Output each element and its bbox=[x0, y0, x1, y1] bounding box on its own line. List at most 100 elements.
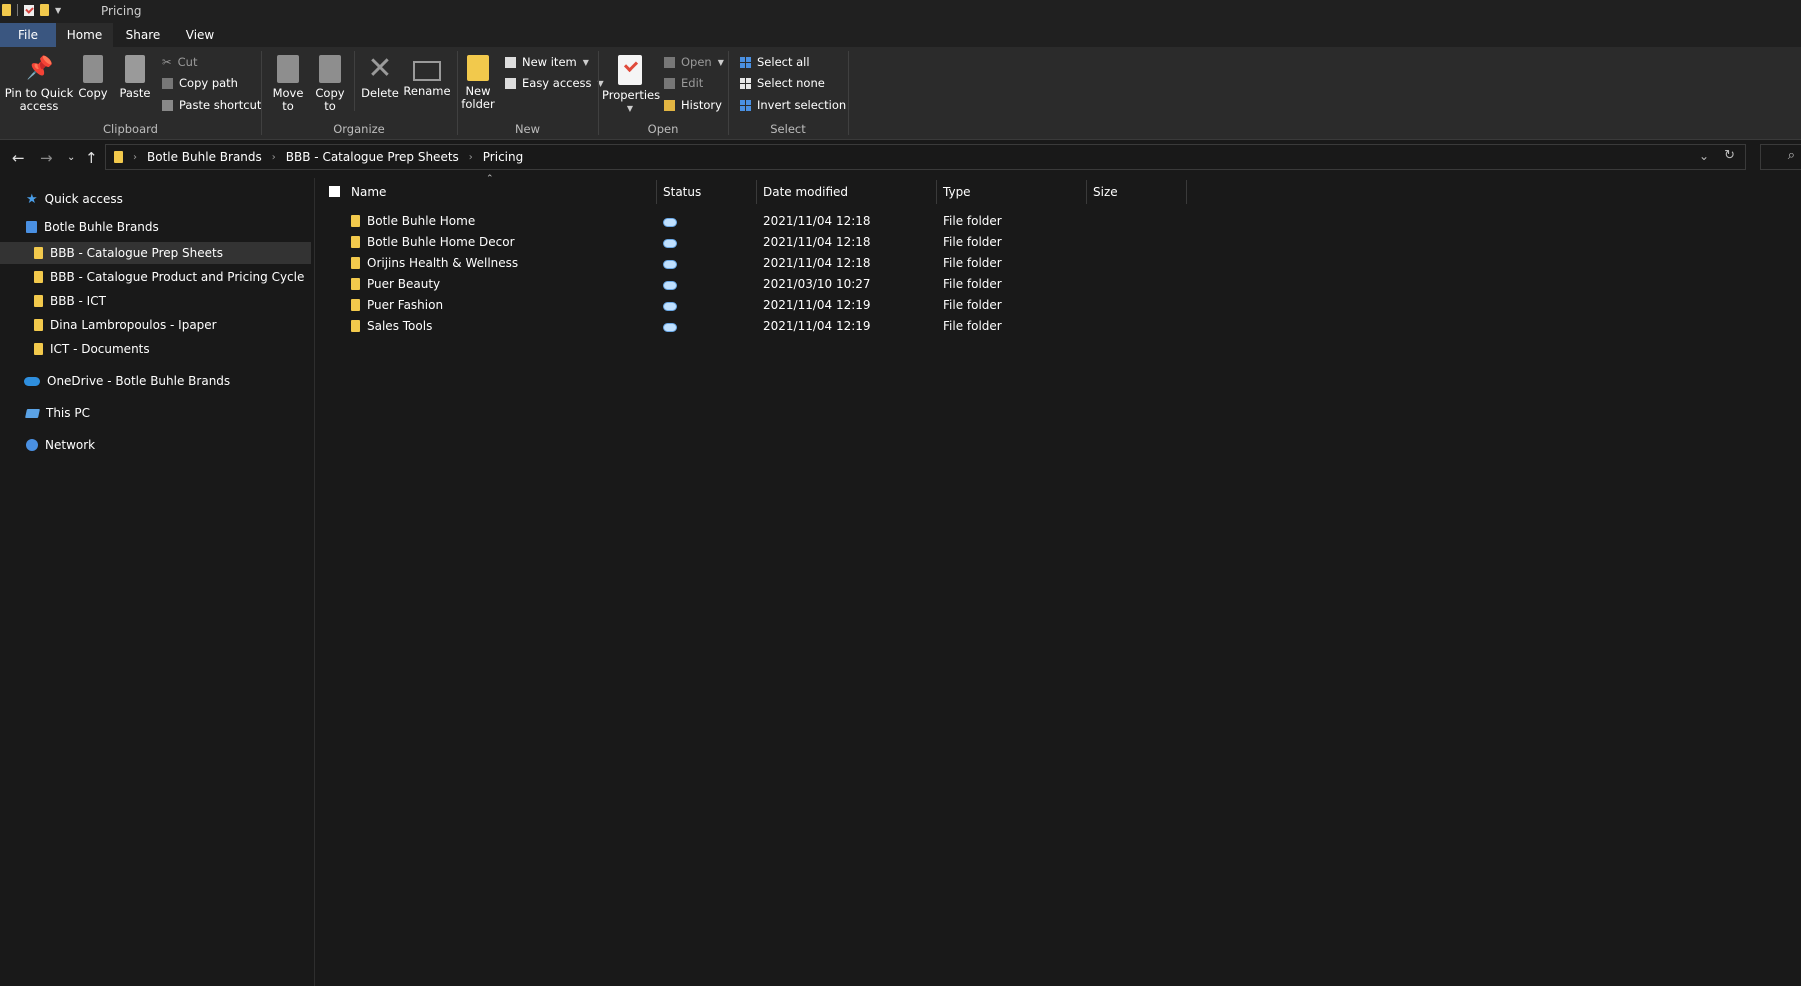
new-folder-icon[interactable] bbox=[40, 4, 49, 16]
tab-file[interactable]: File bbox=[0, 23, 56, 47]
breadcrumb-item[interactable]: Botle Buhle Brands bbox=[147, 150, 262, 164]
nav-folder-catalogue-product-pricing[interactable]: BBB - Catalogue Product and Pricing Cycl… bbox=[34, 266, 304, 288]
tab-home[interactable]: Home bbox=[56, 23, 113, 47]
rename-button[interactable]: Rename bbox=[402, 55, 452, 98]
tab-share[interactable]: Share bbox=[113, 23, 173, 47]
new-item-icon bbox=[505, 56, 516, 68]
nav-this-pc[interactable]: This PC bbox=[25, 402, 90, 424]
file-type: File folder bbox=[943, 298, 1002, 312]
invert-selection-button[interactable]: Invert selection bbox=[740, 98, 846, 112]
back-arrow-icon[interactable]: ← bbox=[12, 149, 25, 167]
folder-icon bbox=[351, 215, 360, 227]
column-divider[interactable] bbox=[1186, 180, 1187, 204]
nav-quick-access[interactable]: ★ Quick access bbox=[26, 188, 123, 210]
breadcrumb-separator-icon[interactable]: › bbox=[133, 152, 137, 163]
table-row[interactable]: Puer Beauty 2021/03/10 10:27 File folder bbox=[315, 274, 1215, 295]
file-name: Puer Fashion bbox=[367, 298, 444, 312]
nav-network[interactable]: Network bbox=[26, 434, 95, 456]
copy-button[interactable]: Copy bbox=[74, 55, 112, 100]
move-to-button[interactable]: Move to bbox=[268, 55, 308, 113]
open-button[interactable]: Open ▼ bbox=[664, 55, 724, 69]
select-all-checkbox[interactable] bbox=[329, 186, 340, 197]
easy-access-button[interactable]: Easy access ▼ bbox=[505, 76, 604, 90]
pin-to-quick-access-button[interactable]: 📌 Pin to Quick access bbox=[4, 55, 74, 113]
column-divider[interactable] bbox=[936, 180, 937, 204]
table-row[interactable]: Puer Fashion 2021/11/04 12:19 File folde… bbox=[315, 295, 1215, 316]
customize-toolbar-chevron-icon[interactable]: ▼ bbox=[55, 6, 61, 15]
tab-view[interactable]: View bbox=[173, 23, 227, 47]
paste-button[interactable]: Paste bbox=[116, 55, 154, 100]
column-divider[interactable] bbox=[756, 180, 757, 204]
nav-folder-catalogue-prep-sheets[interactable]: BBB - Catalogue Prep Sheets bbox=[0, 242, 311, 264]
breadcrumb-separator-icon[interactable]: › bbox=[272, 152, 276, 163]
select-none-button[interactable]: Select none bbox=[740, 76, 825, 90]
folder-icon bbox=[351, 320, 360, 332]
nav-folder-ict[interactable]: BBB - ICT bbox=[34, 290, 106, 312]
nav-label: Network bbox=[45, 438, 96, 452]
file-name: Orijins Health & Wellness bbox=[367, 256, 519, 270]
file-type: File folder bbox=[943, 256, 1002, 270]
column-divider[interactable] bbox=[656, 180, 657, 204]
breadcrumb-item[interactable]: Pricing bbox=[483, 150, 523, 164]
up-arrow-icon[interactable]: ↑ bbox=[85, 149, 98, 167]
new-item-label: New item bbox=[522, 55, 577, 69]
nav-folder-ipaper[interactable]: Dina Lambropoulos - Ipaper bbox=[34, 314, 217, 336]
date-modified: 2021/11/04 12:19 bbox=[763, 319, 871, 333]
folder-icon bbox=[351, 299, 360, 311]
refresh-icon[interactable]: ↻ bbox=[1724, 148, 1735, 163]
column-header-name[interactable]: Name bbox=[351, 178, 651, 206]
column-header-type[interactable]: Type bbox=[943, 178, 1083, 206]
select-group-label: Select bbox=[770, 122, 806, 136]
select-all-button[interactable]: Select all bbox=[740, 55, 810, 69]
recent-locations-chevron-icon[interactable]: ⌄ bbox=[67, 152, 75, 163]
cut-button[interactable]: ✂ Cut bbox=[162, 55, 197, 69]
properties-label: Properties bbox=[602, 88, 661, 102]
computer-icon bbox=[25, 408, 40, 418]
folder-icon bbox=[351, 236, 360, 248]
properties-button[interactable]: Properties ▼ bbox=[602, 55, 661, 115]
address-bar[interactable]: › Botle Buhle Brands › BBB - Catalogue P… bbox=[105, 144, 1746, 170]
cloud-sync-icon bbox=[663, 302, 677, 311]
column-header-size[interactable]: Size bbox=[1093, 178, 1183, 206]
copy-to-icon bbox=[319, 55, 341, 83]
chevron-down-icon: ▼ bbox=[717, 57, 724, 67]
history-button[interactable]: History bbox=[664, 98, 722, 112]
paste-shortcut-button[interactable]: Paste shortcut bbox=[162, 98, 261, 112]
new-folder-button[interactable]: New folder bbox=[458, 55, 498, 111]
date-modified: 2021/11/04 12:19 bbox=[763, 298, 871, 312]
file-name: Botle Buhle Home bbox=[367, 214, 476, 228]
table-row[interactable]: Botle Buhle Home 2021/11/04 12:18 File f… bbox=[315, 211, 1215, 232]
forward-arrow-icon[interactable]: → bbox=[40, 149, 53, 167]
search-input[interactable]: ⌕ bbox=[1760, 144, 1801, 170]
ribbon: 📌 Pin to Quick access Copy Paste ✂ Cut C… bbox=[0, 47, 1801, 140]
delete-button[interactable]: ✕ Delete bbox=[358, 54, 402, 100]
file-list: ⌃ Name Status Date modified Type Size Bo… bbox=[315, 174, 1801, 986]
column-header-date-modified[interactable]: Date modified bbox=[763, 178, 933, 206]
open-label: Open bbox=[681, 55, 712, 69]
table-row[interactable]: Botle Buhle Home Decor 2021/11/04 12:18 … bbox=[315, 232, 1215, 253]
table-row[interactable]: Sales Tools 2021/11/04 12:19 File folder bbox=[315, 316, 1215, 337]
nav-onedrive[interactable]: OneDrive - Botle Buhle Brands bbox=[24, 370, 230, 392]
column-header-status[interactable]: Status bbox=[663, 178, 753, 206]
nav-org-botle-buhle-brands[interactable]: Botle Buhle Brands bbox=[26, 216, 159, 238]
group-divider bbox=[848, 51, 849, 135]
edit-button[interactable]: Edit bbox=[664, 76, 703, 90]
address-history-chevron-icon[interactable]: ⌄ bbox=[1699, 149, 1709, 163]
new-item-button[interactable]: New item ▼ bbox=[505, 55, 589, 69]
nav-folder-ict-documents[interactable]: ICT - Documents bbox=[34, 338, 150, 360]
folder-icon bbox=[34, 271, 43, 283]
breadcrumb-item[interactable]: BBB - Catalogue Prep Sheets bbox=[286, 150, 459, 164]
copy-path-button[interactable]: Copy path bbox=[162, 76, 238, 90]
nav-label: This PC bbox=[46, 406, 90, 420]
properties-icon[interactable] bbox=[24, 4, 34, 16]
nav-label: BBB - Catalogue Prep Sheets bbox=[50, 246, 223, 260]
folder-icon bbox=[34, 319, 43, 331]
rename-label: Rename bbox=[403, 84, 451, 98]
column-divider[interactable] bbox=[1086, 180, 1087, 204]
table-row[interactable]: Orijins Health & Wellness 2021/11/04 12:… bbox=[315, 253, 1215, 274]
copy-to-button[interactable]: Copy to bbox=[310, 55, 350, 113]
delete-label: Delete bbox=[361, 86, 399, 100]
easy-access-label: Easy access bbox=[522, 76, 592, 90]
breadcrumb-separator-icon[interactable]: › bbox=[469, 152, 473, 163]
edit-label: Edit bbox=[681, 76, 704, 90]
